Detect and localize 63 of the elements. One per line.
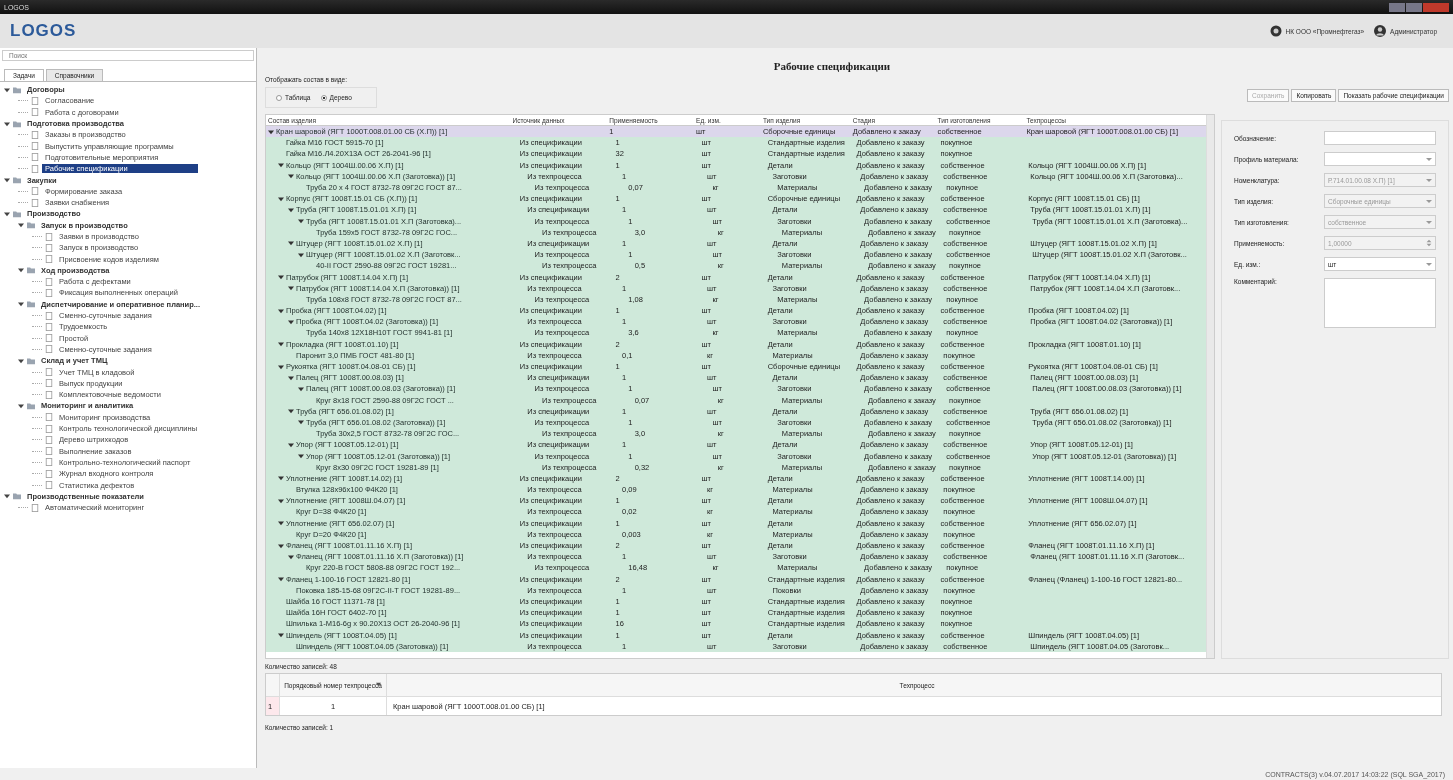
minimize-button[interactable] bbox=[1389, 2, 1405, 12]
collapse-arrow-icon[interactable] bbox=[4, 210, 10, 217]
spin-arrows-icon bbox=[1425, 239, 1433, 247]
folder-icon bbox=[27, 266, 35, 275]
folder-icon bbox=[13, 119, 21, 128]
collapse-arrow-icon[interactable] bbox=[278, 520, 284, 527]
folder-icon bbox=[27, 356, 35, 365]
collapse-arrow-icon[interactable] bbox=[278, 341, 284, 348]
collapse-arrow-icon[interactable] bbox=[18, 222, 24, 229]
folder-icon bbox=[27, 300, 35, 309]
dropdown-arrow-icon bbox=[1425, 197, 1433, 205]
collapse-arrow-icon[interactable] bbox=[278, 162, 284, 169]
globe-icon bbox=[1269, 25, 1282, 37]
scrollbar[interactable] bbox=[1206, 115, 1214, 658]
collapse-arrow-icon[interactable] bbox=[288, 285, 294, 292]
collapse-arrow-icon[interactable] bbox=[288, 553, 294, 560]
collapse-arrow-icon[interactable] bbox=[18, 402, 24, 409]
collapse-arrow-icon[interactable] bbox=[18, 301, 24, 308]
user-icon bbox=[1374, 25, 1387, 37]
collapse-arrow-icon[interactable] bbox=[278, 307, 284, 314]
collapse-arrow-icon[interactable] bbox=[298, 385, 304, 392]
folder-icon bbox=[13, 492, 21, 501]
collapse-arrow-icon[interactable] bbox=[4, 493, 10, 500]
collapse-arrow-icon[interactable] bbox=[288, 240, 294, 247]
collapse-arrow-icon[interactable] bbox=[288, 374, 294, 381]
collapse-arrow-icon[interactable] bbox=[278, 632, 284, 639]
dropdown-arrow-icon bbox=[1425, 218, 1433, 226]
collapse-arrow-icon[interactable] bbox=[278, 542, 284, 549]
sort-arrow-icon bbox=[375, 682, 382, 687]
collapse-arrow-icon[interactable] bbox=[288, 441, 294, 448]
collapse-arrow-icon[interactable] bbox=[278, 576, 284, 583]
collapse-arrow-icon[interactable] bbox=[288, 206, 294, 213]
collapse-arrow-icon[interactable] bbox=[298, 218, 304, 225]
input-field[interactable] bbox=[1324, 131, 1436, 145]
close-button[interactable] bbox=[1423, 2, 1449, 12]
folder-icon bbox=[13, 85, 21, 94]
collapse-arrow-icon[interactable] bbox=[278, 274, 284, 281]
collapse-arrow-icon[interactable] bbox=[278, 363, 284, 370]
document-icon bbox=[31, 503, 39, 512]
collapse-arrow-icon[interactable] bbox=[288, 173, 294, 180]
folder-icon bbox=[27, 401, 35, 410]
collapse-arrow-icon[interactable] bbox=[298, 419, 304, 426]
collapse-arrow-icon[interactable] bbox=[278, 475, 284, 482]
collapse-arrow-icon[interactable] bbox=[298, 453, 304, 460]
dropdown-arrow-icon bbox=[1425, 155, 1433, 163]
collapse-arrow-icon[interactable] bbox=[4, 120, 10, 127]
comment-field[interactable] bbox=[1324, 278, 1436, 328]
dropdown-arrow-icon bbox=[1425, 176, 1433, 184]
collapse-arrow-icon[interactable] bbox=[278, 195, 284, 202]
collapse-arrow-icon[interactable] bbox=[288, 318, 294, 325]
collapse-arrow-icon[interactable] bbox=[4, 177, 10, 183]
collapse-arrow-icon[interactable] bbox=[288, 408, 294, 415]
folder-icon bbox=[13, 176, 21, 184]
collapse-arrow-icon[interactable] bbox=[18, 267, 24, 274]
page-title: Рабочие спецификации bbox=[772, 60, 892, 72]
maximize-button[interactable] bbox=[1406, 2, 1422, 12]
collapse-arrow-icon[interactable] bbox=[278, 497, 284, 504]
collapse-arrow-icon[interactable] bbox=[4, 86, 10, 93]
dropdown-arrow-icon bbox=[1425, 260, 1433, 268]
collapse-arrow-icon[interactable] bbox=[18, 357, 24, 364]
collapse-arrow-icon[interactable] bbox=[268, 128, 274, 135]
collapse-arrow-icon[interactable] bbox=[298, 251, 304, 258]
logo: LOGOS bbox=[10, 21, 77, 41]
